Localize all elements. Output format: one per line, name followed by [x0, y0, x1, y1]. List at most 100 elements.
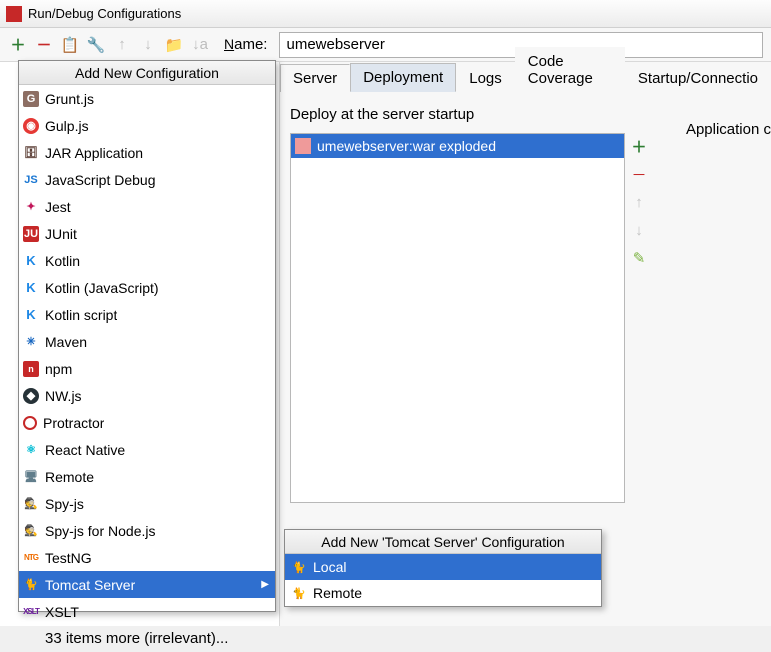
- tomcat-icon: 🐈: [291, 585, 307, 601]
- move-down-button: ↓: [138, 35, 158, 55]
- config-type-remote[interactable]: 🖥 Remote: [19, 463, 275, 490]
- tomcatserver-icon: 🐈: [23, 577, 39, 593]
- config-type-label: Tomcat Server: [45, 577, 135, 593]
- spyjsfornodejs-icon: 🕵: [23, 523, 39, 539]
- config-type-npm[interactable]: nnpm: [19, 355, 275, 382]
- submenu-title: Add New 'Tomcat Server' Configuration: [285, 530, 601, 554]
- config-type-label: Kotlin script: [45, 307, 117, 323]
- config-toolbar: ＋ － 📋 🔧 ↑ ↓ 📁 ↓a Name:: [0, 28, 771, 62]
- move-up-button: ↑: [112, 35, 132, 55]
- config-type-kotlinscript[interactable]: K Kotlin script: [19, 301, 275, 328]
- tab-server[interactable]: Server: [280, 64, 350, 92]
- config-type-javascriptdebug[interactable]: JS JavaScript Debug: [19, 166, 275, 193]
- config-type-reactnative[interactable]: ⚛ React Native: [19, 436, 275, 463]
- config-type-nwjs[interactable]: ◆ NW.js: [19, 382, 275, 409]
- name-field-label: Name:: [224, 36, 267, 53]
- gulpjs-icon: ◉: [23, 118, 39, 134]
- config-type-label: Grunt.js: [45, 91, 94, 107]
- npm-icon: n: [23, 361, 39, 377]
- config-type-label: JavaScript Debug: [45, 172, 156, 188]
- config-type-protractor[interactable]: Protractor: [19, 409, 275, 436]
- tomcat-icon: 🐈: [291, 559, 307, 575]
- config-type-label: TestNG: [45, 550, 92, 566]
- config-type-label: Gulp.js: [45, 118, 89, 134]
- artifact-list[interactable]: umewebserver:war exploded: [290, 133, 625, 503]
- gruntjs-icon: G: [23, 91, 39, 107]
- config-type-label: React Native: [45, 442, 125, 458]
- tomcat-option-label: Remote: [313, 585, 362, 601]
- kotlin-icon: K: [23, 253, 39, 269]
- config-type-spyjsfornodejs[interactable]: 🕵 Spy-js for Node.js: [19, 517, 275, 544]
- remove-artifact-button[interactable]: －: [630, 165, 648, 183]
- folder-button: 📁: [164, 35, 184, 55]
- app-icon: [6, 6, 22, 22]
- config-type-gruntjs[interactable]: G Grunt.js: [19, 85, 275, 112]
- jarapplication-icon: 🗄: [23, 145, 39, 161]
- config-type-label: Spy-js: [45, 496, 84, 512]
- tomcat-option-local[interactable]: 🐈 Local: [285, 554, 601, 580]
- config-type-testng[interactable]: NTG TestNG: [19, 544, 275, 571]
- artifact-icon: [295, 138, 311, 154]
- config-type-kotlin[interactable]: K Kotlin: [19, 247, 275, 274]
- config-type-spyjs[interactable]: 🕵Spy-js: [19, 490, 275, 517]
- config-type-gulpjs[interactable]: ◉ Gulp.js: [19, 112, 275, 139]
- remove-config-button[interactable]: －: [34, 35, 54, 55]
- tomcat-option-label: Local: [313, 559, 346, 575]
- submenu-arrow-icon: ▶: [261, 579, 269, 590]
- tomcat-server-submenu: Add New 'Tomcat Server' Configuration 🐈 L…: [284, 529, 602, 607]
- add-config-button[interactable]: ＋: [8, 35, 28, 55]
- jest-icon: ✦: [23, 199, 39, 215]
- kotlinjavascript-icon: K: [23, 280, 39, 296]
- config-type-label: Kotlin: [45, 253, 80, 269]
- tab-logs[interactable]: Logs: [456, 64, 515, 92]
- testng-icon: NTG: [23, 550, 39, 566]
- config-type-kotlinjavascript[interactable]: KKotlin (JavaScript): [19, 274, 275, 301]
- tab-deployment[interactable]: Deployment: [350, 63, 456, 92]
- popup-title: Add New Configuration: [19, 61, 275, 85]
- add-artifact-button[interactable]: ＋: [630, 137, 648, 155]
- config-tabs: ServerDeploymentLogsCode CoverageStartup…: [280, 62, 771, 92]
- config-type-tomcatserver[interactable]: 🐈 Tomcat Server ▶: [19, 571, 275, 598]
- junit-icon: JU: [23, 226, 39, 242]
- config-type-junit[interactable]: JU JUnit: [19, 220, 275, 247]
- config-type-xslt[interactable]: XSLT XSLT: [19, 598, 275, 625]
- config-type-label: NW.js: [45, 388, 82, 404]
- artifact-up-button: ↑: [630, 193, 648, 211]
- more-items-link[interactable]: 33 items more (irrelevant)...: [19, 625, 275, 652]
- artifact-label: umewebserver:war exploded: [317, 138, 496, 154]
- artifact-down-button: ↓: [630, 221, 648, 239]
- application-context-label-cut: Application c: [680, 117, 771, 141]
- sort-button: ↓a: [190, 35, 210, 55]
- nwjs-icon: ◆: [23, 388, 39, 404]
- tab-startupconnection[interactable]: Startup/Connectio: [625, 64, 771, 92]
- remote-icon: 🖥: [23, 469, 39, 485]
- config-type-label: JUnit: [45, 226, 77, 242]
- kotlinscript-icon: K: [23, 307, 39, 323]
- artifact-toolbar: ＋ － ↑ ↓ ✎: [625, 133, 653, 503]
- artifact-row[interactable]: umewebserver:war exploded: [291, 134, 624, 158]
- config-type-label: Protractor: [43, 415, 104, 431]
- config-type-label: JAR Application: [45, 145, 143, 161]
- config-type-label: Maven: [45, 334, 87, 350]
- copy-config-button[interactable]: 📋: [60, 35, 80, 55]
- config-type-label: npm: [45, 361, 72, 377]
- javascriptdebug-icon: JS: [23, 172, 39, 188]
- edit-defaults-button[interactable]: 🔧: [86, 35, 106, 55]
- config-type-maven[interactable]: ✳ Maven: [19, 328, 275, 355]
- window-titlebar: Run/Debug Configurations: [0, 0, 771, 28]
- config-type-jest[interactable]: ✦ Jest: [19, 193, 275, 220]
- window-title: Run/Debug Configurations: [28, 6, 181, 21]
- config-type-jarapplication[interactable]: 🗄 JAR Application: [19, 139, 275, 166]
- edit-artifact-button[interactable]: ✎: [630, 249, 648, 267]
- config-type-label: Jest: [45, 199, 71, 215]
- config-type-label: Remote: [45, 469, 94, 485]
- tab-codecoverage[interactable]: Code Coverage: [515, 47, 625, 92]
- add-new-configuration-popup: Add New Configuration G Grunt.js ◉ Gulp.js 🗄…: [18, 60, 276, 612]
- xslt-icon: XSLT: [23, 604, 39, 620]
- protractor-icon: [23, 416, 37, 430]
- tomcat-option-remote2[interactable]: 🐈 Remote: [285, 580, 601, 606]
- reactnative-icon: ⚛: [23, 442, 39, 458]
- config-type-label: XSLT: [45, 604, 79, 620]
- maven-icon: ✳: [23, 334, 39, 350]
- config-type-label: Spy-js for Node.js: [45, 523, 155, 539]
